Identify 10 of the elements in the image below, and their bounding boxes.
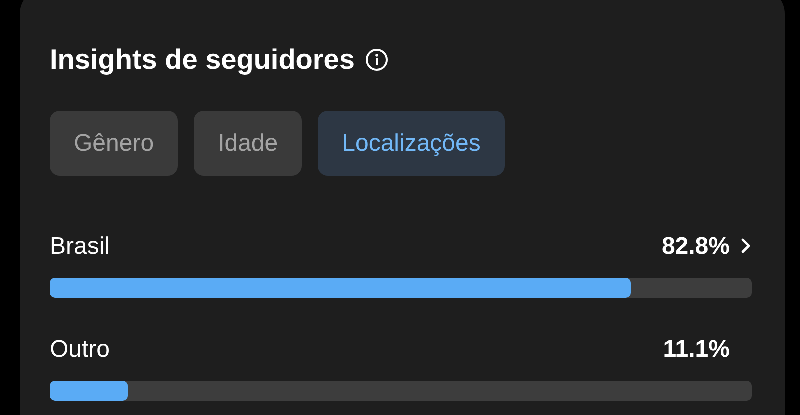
tab[interactable]: Localizações	[318, 111, 505, 176]
card-title: Insights de seguidores	[50, 44, 355, 76]
tab[interactable]: Idade	[194, 111, 302, 176]
location-percent: 11.1%	[663, 336, 730, 364]
chevron-right-icon[interactable]	[740, 236, 752, 256]
location-name: Outro	[50, 336, 112, 364]
location-name: Brasil	[50, 233, 112, 261]
location-percent: 82.8%	[662, 233, 730, 261]
info-icon[interactable]	[364, 48, 389, 72]
tab[interactable]: Gênero	[50, 111, 178, 176]
